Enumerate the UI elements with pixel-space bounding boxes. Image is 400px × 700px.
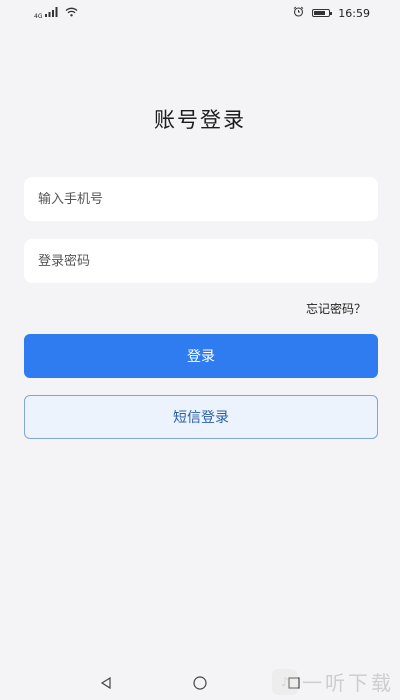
back-icon[interactable] [96, 673, 116, 693]
forgot-password-link[interactable]: 忘记密码？ [306, 300, 366, 317]
battery-level [314, 11, 326, 15]
phone-input[interactable] [38, 191, 364, 207]
watermark-text: 一听下载 [302, 671, 394, 695]
password-field[interactable] [24, 239, 378, 283]
clock: 16:59 [338, 6, 370, 20]
wifi-icon [65, 7, 78, 20]
watermark: ♪ 一听下载 [272, 667, 394, 696]
alarm-icon [293, 6, 304, 20]
sms-login-button[interactable]: 短信登录 [24, 395, 378, 439]
status-right: 16:59 [293, 6, 370, 20]
status-bar: 4G 16:59 [0, 0, 400, 26]
login-button[interactable]: 登录 [24, 334, 378, 378]
watermark-logo-icon: ♪ [272, 668, 298, 695]
home-icon[interactable] [190, 673, 210, 693]
status-left: 4G [34, 6, 78, 20]
page-title: 账号登录 [154, 108, 246, 132]
signal-icon [45, 6, 59, 20]
battery-icon [312, 9, 333, 17]
phone-field[interactable] [24, 177, 378, 221]
password-input[interactable] [38, 253, 364, 269]
network-type: 4G [34, 12, 43, 20]
